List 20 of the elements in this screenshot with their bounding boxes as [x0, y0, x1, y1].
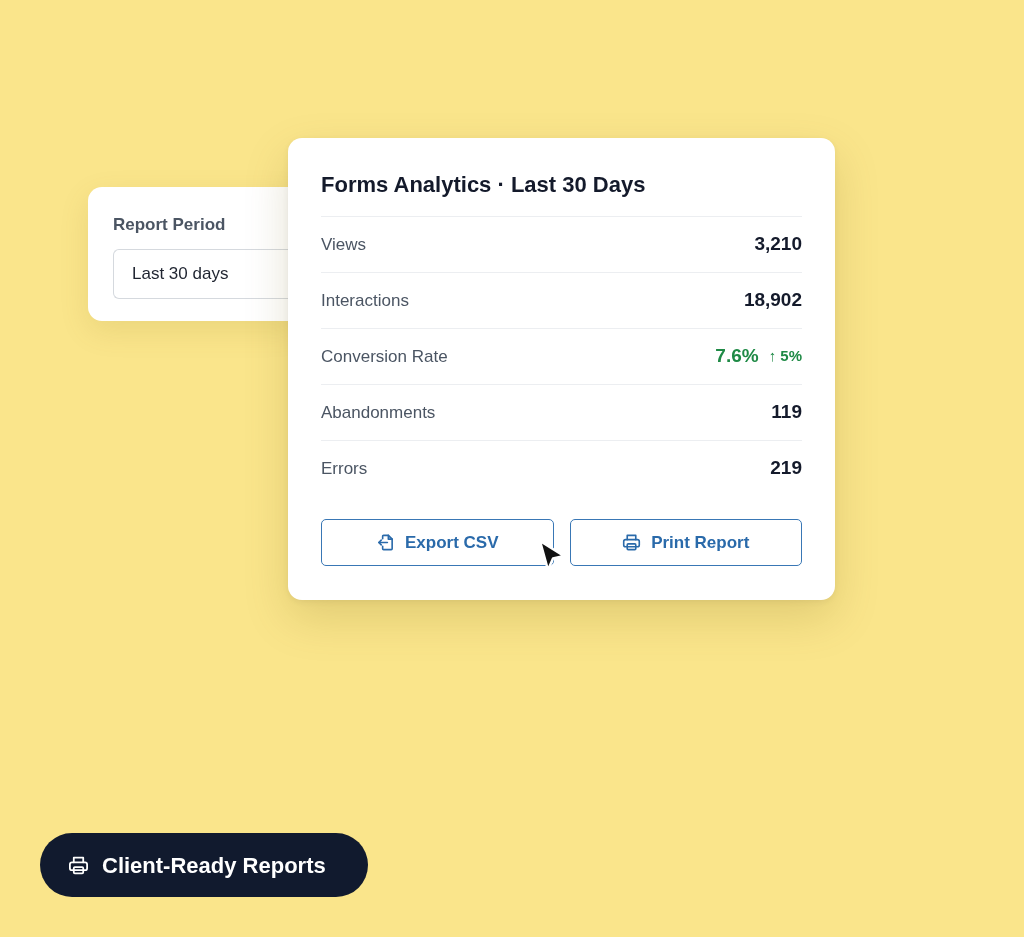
printer-icon — [622, 533, 642, 552]
metric-label: Abandonments — [321, 401, 436, 424]
metric-value: 119 — [771, 400, 802, 425]
metric-value: 7.6% — [715, 344, 759, 369]
metric-label: Interactions — [321, 289, 409, 312]
printer-icon — [68, 854, 89, 876]
metric-value: 219 — [770, 456, 802, 481]
export-button[interactable]: Export CSV — [321, 519, 554, 566]
metric-label: Errors — [321, 457, 368, 480]
print-button[interactable]: Print Report — [569, 519, 802, 566]
pill-label: Client-Ready Reports — [102, 851, 326, 880]
card-title: Forms Analytics · Last 30 Days — [321, 171, 646, 199]
metric-value: 3,210 — [754, 232, 802, 257]
period-label: Report Period — [113, 215, 226, 235]
change-indicator: ↑ 5% — [768, 346, 802, 367]
file-arrow-icon — [376, 533, 395, 552]
metric-label: Conversion Rate — [321, 345, 448, 368]
metric-value: 18,902 — [743, 288, 802, 313]
metric-label: Views — [321, 233, 367, 256]
period-select-field[interactable]: Last 30 days — [113, 249, 288, 299]
